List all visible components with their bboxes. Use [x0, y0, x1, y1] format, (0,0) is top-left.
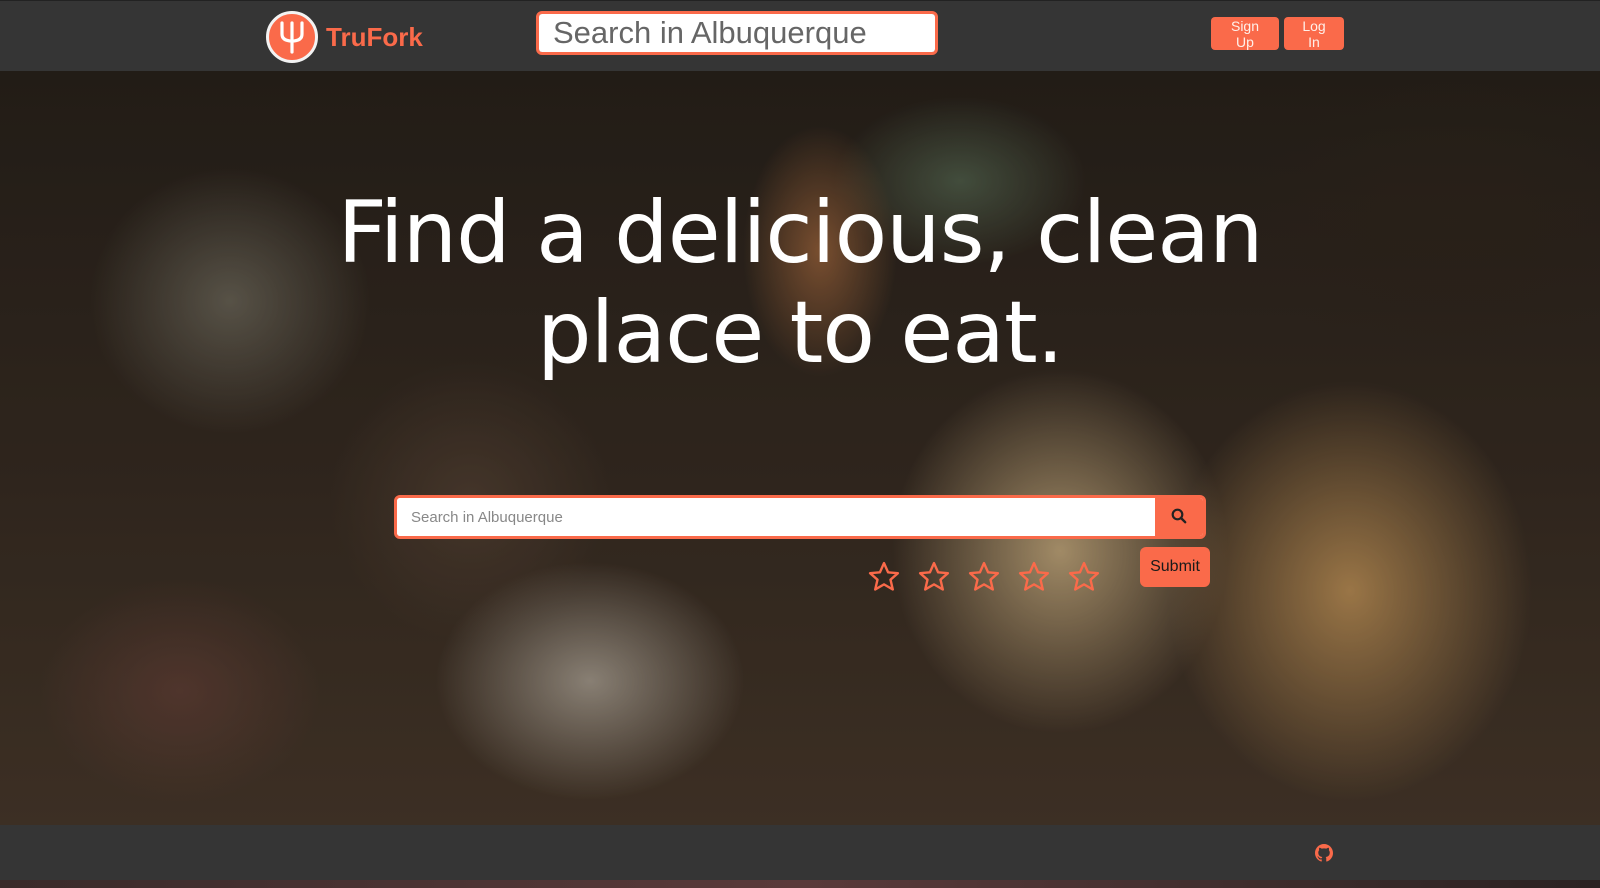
brand[interactable]: TruFork — [266, 11, 423, 63]
top-search-bar — [536, 11, 938, 55]
hero-headline: Find a delicious, clean place to eat. — [250, 183, 1350, 383]
main-search-button[interactable] — [1155, 498, 1203, 536]
hero-section: Find a delicious, clean place to eat. Se… — [0, 71, 1600, 825]
star-3[interactable] — [964, 557, 1004, 597]
search-icon — [1171, 508, 1187, 527]
submit-button[interactable]: Submit — [1140, 547, 1210, 587]
hero-headline-line2: place to eat. — [536, 283, 1064, 383]
main-search-bar — [394, 495, 1206, 539]
rating-stars — [864, 557, 1104, 597]
star-outline-icon — [968, 561, 1000, 591]
hero-headline-line1: Find a delicious, clean — [337, 183, 1264, 283]
footer — [0, 825, 1600, 880]
top-navbar: TruFork Sign Up Log In — [0, 0, 1600, 71]
star-5[interactable] — [1064, 557, 1104, 597]
star-outline-icon — [918, 561, 950, 591]
star-outline-icon — [1068, 561, 1100, 591]
login-button[interactable]: Log In — [1284, 17, 1344, 50]
star-outline-icon — [1018, 561, 1050, 591]
star-4[interactable] — [1014, 557, 1054, 597]
main-search-input[interactable] — [397, 498, 1155, 536]
top-search-input[interactable] — [539, 14, 935, 52]
star-2[interactable] — [914, 557, 954, 597]
star-outline-icon — [868, 561, 900, 591]
github-icon — [1315, 844, 1333, 862]
fork-logo-icon — [266, 11, 318, 63]
brand-name: TruFork — [326, 21, 423, 52]
signup-button[interactable]: Sign Up — [1211, 17, 1279, 50]
github-link[interactable] — [1314, 843, 1334, 863]
bottom-strip — [0, 880, 1600, 888]
star-1[interactable] — [864, 557, 904, 597]
